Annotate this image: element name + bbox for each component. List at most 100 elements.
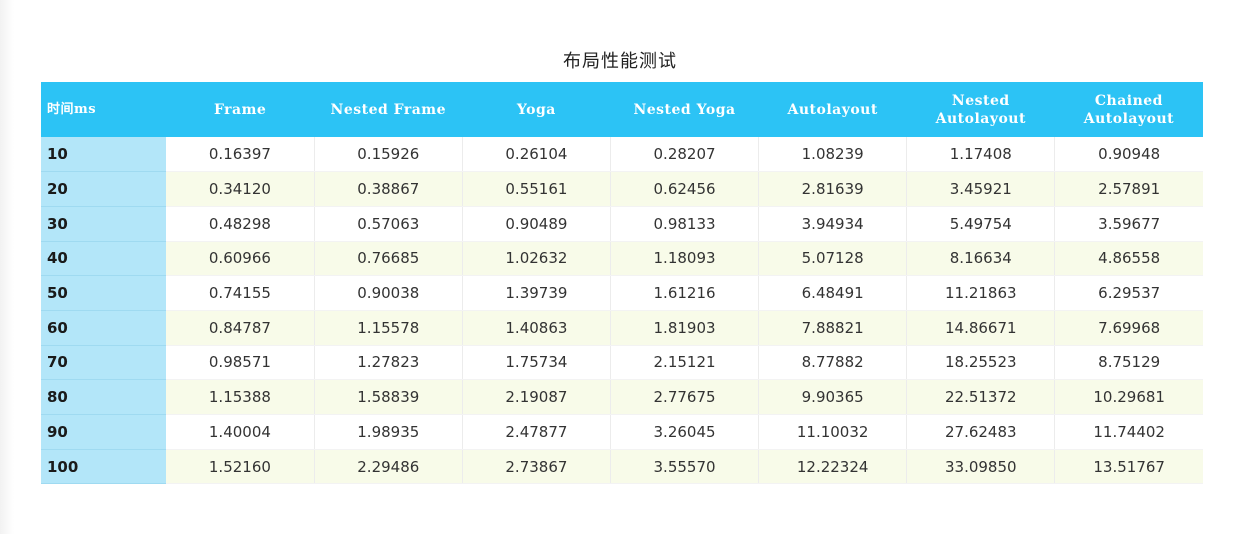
table-cell: 5.49754: [906, 206, 1056, 242]
table-row: 90 1.40004 1.98935 2.47877 3.26045 11.10032 27…: [41, 414, 1203, 450]
table-cell: 1.40863: [462, 310, 611, 346]
table-row: 30 0.48298 0.57063 0.90489 0.98133 3.94934 5.4…: [41, 206, 1203, 242]
table-body: 10 0.16397 0.15926 0.26104 0.28207 1.08239 1.1…: [41, 137, 1203, 485]
table-cell: 0.84787: [166, 310, 315, 346]
column-header: Nested Frame: [314, 82, 463, 137]
table-cell: 0.38867: [314, 171, 463, 207]
table-cell: 0.76685: [314, 241, 463, 277]
corner-header: 时间ms: [41, 82, 167, 137]
table-cell: 0.90948: [1054, 137, 1203, 173]
table-cell: 1.98935: [314, 414, 463, 450]
table-row: 100 1.52160 2.29486 2.73867 3.55570 12.22324 3…: [41, 449, 1203, 485]
table-cell: 2.19087: [462, 379, 611, 415]
row-label: 10: [41, 137, 167, 173]
table-row: 50 0.74155 0.90038 1.39739 1.61216 6.48491 11.…: [41, 275, 1203, 311]
table-cell: 0.74155: [166, 275, 315, 311]
column-header-text: Autolayout: [787, 101, 878, 118]
row-label: 70: [41, 345, 167, 381]
row-label: 80: [41, 379, 167, 415]
column-header-text: Autolayout: [1083, 110, 1175, 127]
table-cell: 0.28207: [610, 137, 760, 173]
table-row: 70 0.98571 1.27823 1.75734 2.15121 8.77882 18.…: [41, 345, 1203, 381]
table-cell: 13.51767: [1054, 449, 1203, 485]
table-cell: 0.90489: [462, 206, 611, 242]
table-cell: 11.21863: [906, 275, 1056, 311]
table-cell: 6.48491: [758, 275, 908, 311]
table-cell: 2.73867: [462, 449, 611, 485]
column-header: Chained Autolayout: [1054, 82, 1203, 137]
table-cell: 11.10032: [758, 414, 908, 450]
table-cell: 12.22324: [758, 449, 908, 485]
table-cell: 7.69968: [1054, 310, 1203, 346]
table-cell: 33.09850: [906, 449, 1056, 485]
row-label: 60: [41, 310, 167, 346]
table-cell: 22.51372: [906, 379, 1056, 415]
table-cell: 1.18093: [610, 241, 760, 277]
row-label: 90: [41, 414, 167, 450]
column-header: Frame: [166, 82, 315, 137]
table-cell: 0.48298: [166, 206, 315, 242]
table-cell: 11.74402: [1054, 414, 1203, 450]
table-cell: 3.26045: [610, 414, 760, 450]
table-cell: 2.47877: [462, 414, 611, 450]
page-title: 布局性能测试: [563, 51, 677, 72]
column-header: Yoga: [462, 82, 611, 137]
table-cell: 4.86558: [1054, 241, 1203, 277]
column-header-text: Frame: [213, 101, 267, 118]
table-cell: 1.39739: [462, 275, 611, 311]
table-cell: 0.26104: [462, 137, 611, 173]
table-cell: 1.52160: [166, 449, 315, 485]
header-row: 时间ms Frame Nested Frame Yoga Nested Yoga Aut…: [41, 82, 1203, 137]
table-cell: 8.77882: [758, 345, 908, 381]
table-cell: 0.90038: [314, 275, 463, 311]
table-row: 20 0.34120 0.38867 0.55161 0.62456 2.81639 3.4…: [41, 171, 1203, 207]
row-label: 40: [41, 241, 167, 277]
table-cell: 0.57063: [314, 206, 463, 242]
row-label: 100: [41, 449, 167, 485]
table-cell: 9.90365: [758, 379, 908, 415]
table-cell: 1.61216: [610, 275, 760, 311]
table-row: 80 1.15388 1.58839 2.19087 2.77675 9.90365 22.…: [41, 379, 1203, 415]
column-header: Nested Yoga: [610, 82, 759, 137]
table-row: 40 0.60966 0.76685 1.02632 1.18093 5.07128 8.1…: [41, 241, 1203, 277]
table-cell: 0.55161: [462, 171, 611, 207]
table-cell: 1.81903: [610, 310, 760, 346]
table-cell: 0.98571: [166, 345, 315, 381]
table-cell: 1.75734: [462, 345, 611, 381]
table-cell: 27.62483: [906, 414, 1056, 450]
table-cell: 3.94934: [758, 206, 908, 242]
table-cell: 1.15578: [314, 310, 463, 346]
table-cell: 1.02632: [462, 241, 611, 277]
table-cell: 0.16397: [166, 137, 315, 173]
table-cell: 1.27823: [314, 345, 463, 381]
table-cell: 7.88821: [758, 310, 908, 346]
column-header-text: Nested: [951, 92, 1010, 109]
table-cell: 1.40004: [166, 414, 315, 450]
table-cell: 6.29537: [1054, 275, 1203, 311]
column-header-text: Yoga: [516, 101, 556, 118]
left-edge-shade: [0, 0, 14, 534]
page: 布局性能测试 时间ms Frame Nested Frame Yoga Nested …: [0, 0, 1240, 534]
column-header-text: Nested Yoga: [633, 101, 736, 118]
table-cell: 2.15121: [610, 345, 760, 381]
table-row: 10 0.16397 0.15926 0.26104 0.28207 1.08239 1.1…: [41, 137, 1203, 173]
table-cell: 10.29681: [1054, 379, 1203, 415]
column-header-text: Chained: [1094, 92, 1163, 109]
table-cell: 8.16634: [906, 241, 1056, 277]
table-cell: 0.62456: [610, 171, 760, 207]
table-cell: 0.15926: [314, 137, 463, 173]
column-header: Nested Autolayout: [906, 82, 1055, 137]
table-cell: 0.60966: [166, 241, 315, 277]
row-label: 50: [41, 275, 167, 311]
column-header-text: Nested Frame: [330, 101, 447, 118]
table-cell: 0.34120: [166, 171, 315, 207]
table-cell: 1.08239: [758, 137, 908, 173]
table-cell: 1.17408: [906, 137, 1056, 173]
table-cell: 14.86671: [906, 310, 1056, 346]
table-cell: 2.57891: [1054, 171, 1203, 207]
row-label: 20: [41, 171, 167, 207]
table-cell: 1.15388: [166, 379, 315, 415]
table-cell: 3.45921: [906, 171, 1056, 207]
table-cell: 2.77675: [610, 379, 760, 415]
table-cell: 18.25523: [906, 345, 1056, 381]
